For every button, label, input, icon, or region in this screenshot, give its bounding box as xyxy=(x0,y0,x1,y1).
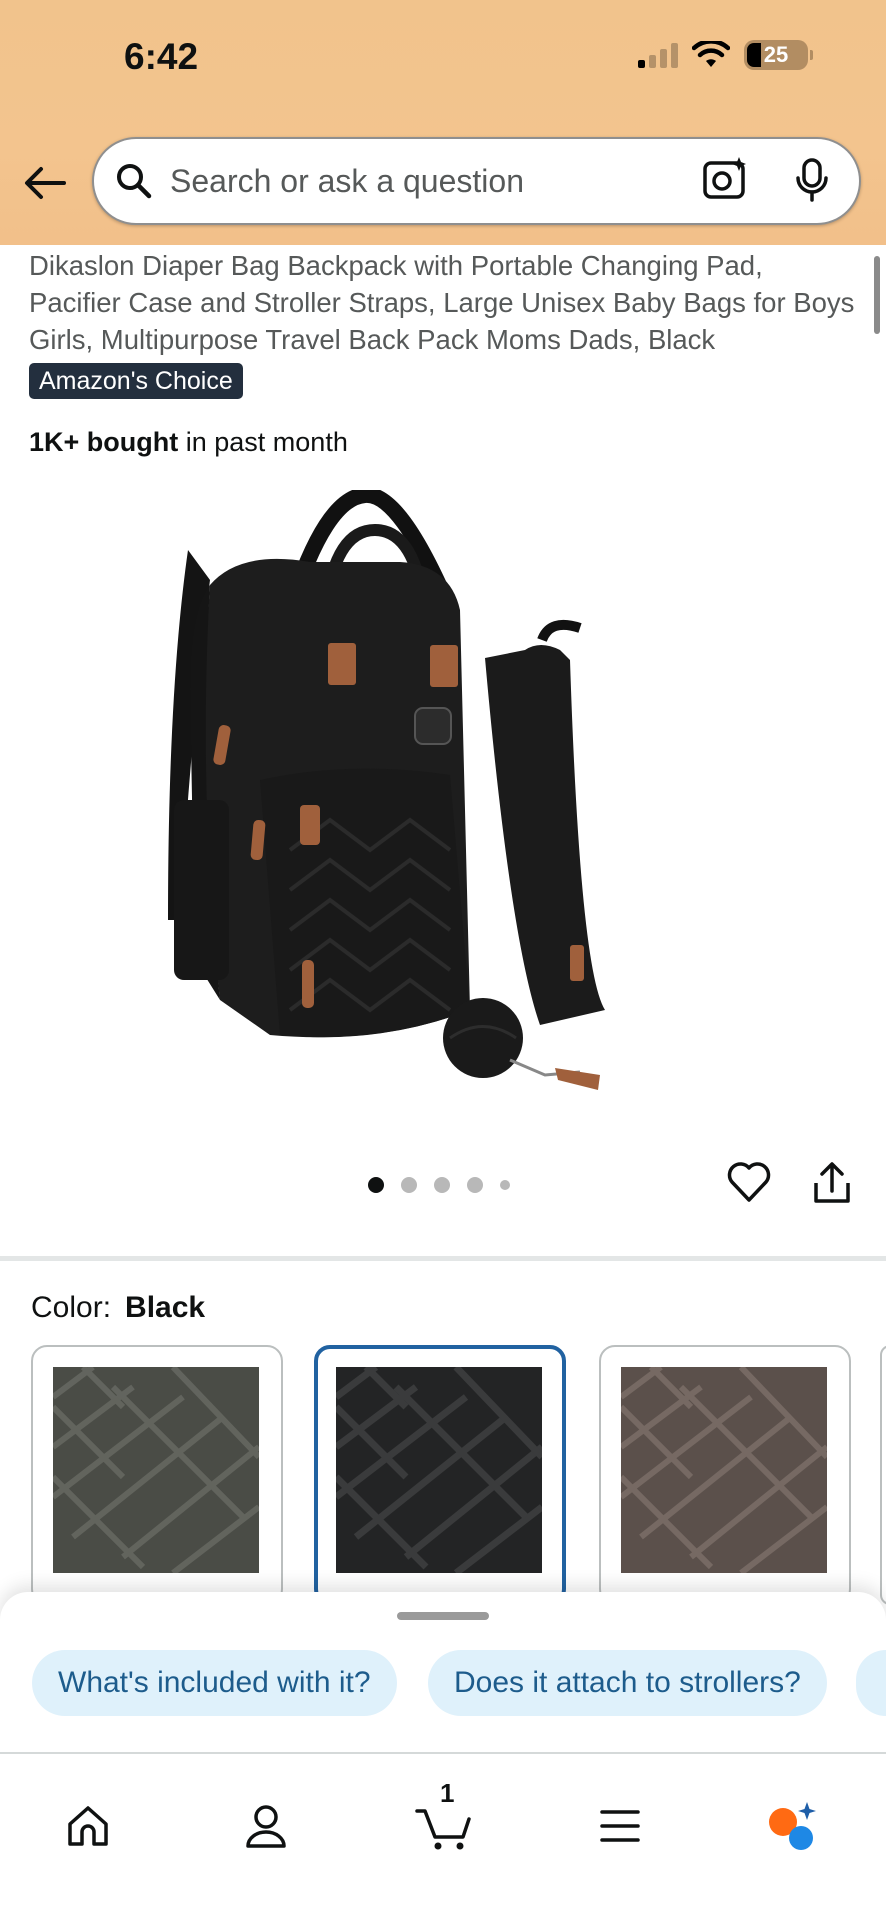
nav-rufus[interactable] xyxy=(762,1796,822,1856)
bought-count-rest: in past month xyxy=(178,427,348,457)
cart-count: 1 xyxy=(440,1778,455,1808)
heart-icon[interactable] xyxy=(726,1161,772,1203)
home-icon xyxy=(68,1806,108,1846)
question-chip[interactable]: What's included with it? xyxy=(32,1650,397,1716)
swatch-fabric-image xyxy=(336,1367,542,1573)
pager-dot[interactable] xyxy=(368,1177,384,1193)
pager-dot[interactable] xyxy=(434,1177,450,1193)
search-icon xyxy=(117,164,152,199)
color-swatch-more[interactable] xyxy=(880,1345,886,1605)
status-time: 6:42 xyxy=(124,36,199,77)
nav-account[interactable] xyxy=(236,1796,296,1856)
product-image[interactable] xyxy=(150,490,740,1105)
wifi-icon xyxy=(692,41,730,67)
bought-count-bold: 1K+ bought xyxy=(29,427,179,457)
microphone-icon[interactable] xyxy=(794,157,830,203)
color-swatch-black[interactable] xyxy=(314,1345,566,1605)
pager-dot[interactable] xyxy=(401,1177,417,1193)
sheet-grabber[interactable] xyxy=(397,1612,489,1620)
section-divider xyxy=(0,1256,886,1261)
nav-menu[interactable] xyxy=(590,1796,650,1856)
nav-home[interactable] xyxy=(58,1796,118,1856)
status-icons: 25 xyxy=(638,40,813,70)
battery-level: 25 xyxy=(763,42,789,67)
product-title[interactable]: Dikaslon Diaper Bag Backpack with Portab… xyxy=(29,247,859,358)
cellular-signal-icon xyxy=(638,42,678,68)
selected-color: Black xyxy=(125,1291,206,1324)
menu-icon xyxy=(600,1810,640,1842)
search-bar[interactable]: Search or ask a question xyxy=(92,137,861,225)
color-label-text: Color: xyxy=(31,1291,112,1324)
account-icon xyxy=(246,1805,286,1848)
color-swatch-brown[interactable] xyxy=(599,1345,851,1605)
question-chip[interactable]: Does it attach to strollers? xyxy=(428,1650,827,1716)
battery-icon: 25 xyxy=(744,40,813,70)
pager-dot[interactable] xyxy=(467,1177,483,1193)
color-swatch-gray[interactable] xyxy=(31,1345,283,1605)
rufus-icon xyxy=(769,1802,816,1850)
bought-count: 1K+ bought in past month xyxy=(29,427,348,458)
camera-search-icon[interactable] xyxy=(702,156,748,202)
bottom-nav: 1 xyxy=(0,1752,886,1920)
header: 6:42 25 Search or ask a question xyxy=(0,0,886,245)
swatch-fabric-image xyxy=(621,1367,827,1573)
question-chip-partial[interactable] xyxy=(856,1650,886,1716)
image-pager[interactable] xyxy=(368,1177,510,1193)
question-suggestions-sheet: What's included with it? Does it attach … xyxy=(0,1592,886,1752)
search-input[interactable]: Search or ask a question xyxy=(170,163,524,200)
pager-dot[interactable] xyxy=(500,1180,510,1190)
share-icon[interactable] xyxy=(812,1161,852,1205)
scrollbar[interactable] xyxy=(874,256,880,334)
color-label: Color: Black xyxy=(31,1291,205,1325)
amazons-choice-badge[interactable]: Amazon's Choice xyxy=(29,363,243,399)
back-arrow-icon xyxy=(25,167,66,199)
back-button[interactable] xyxy=(22,160,68,206)
swatch-fabric-image xyxy=(53,1367,259,1573)
